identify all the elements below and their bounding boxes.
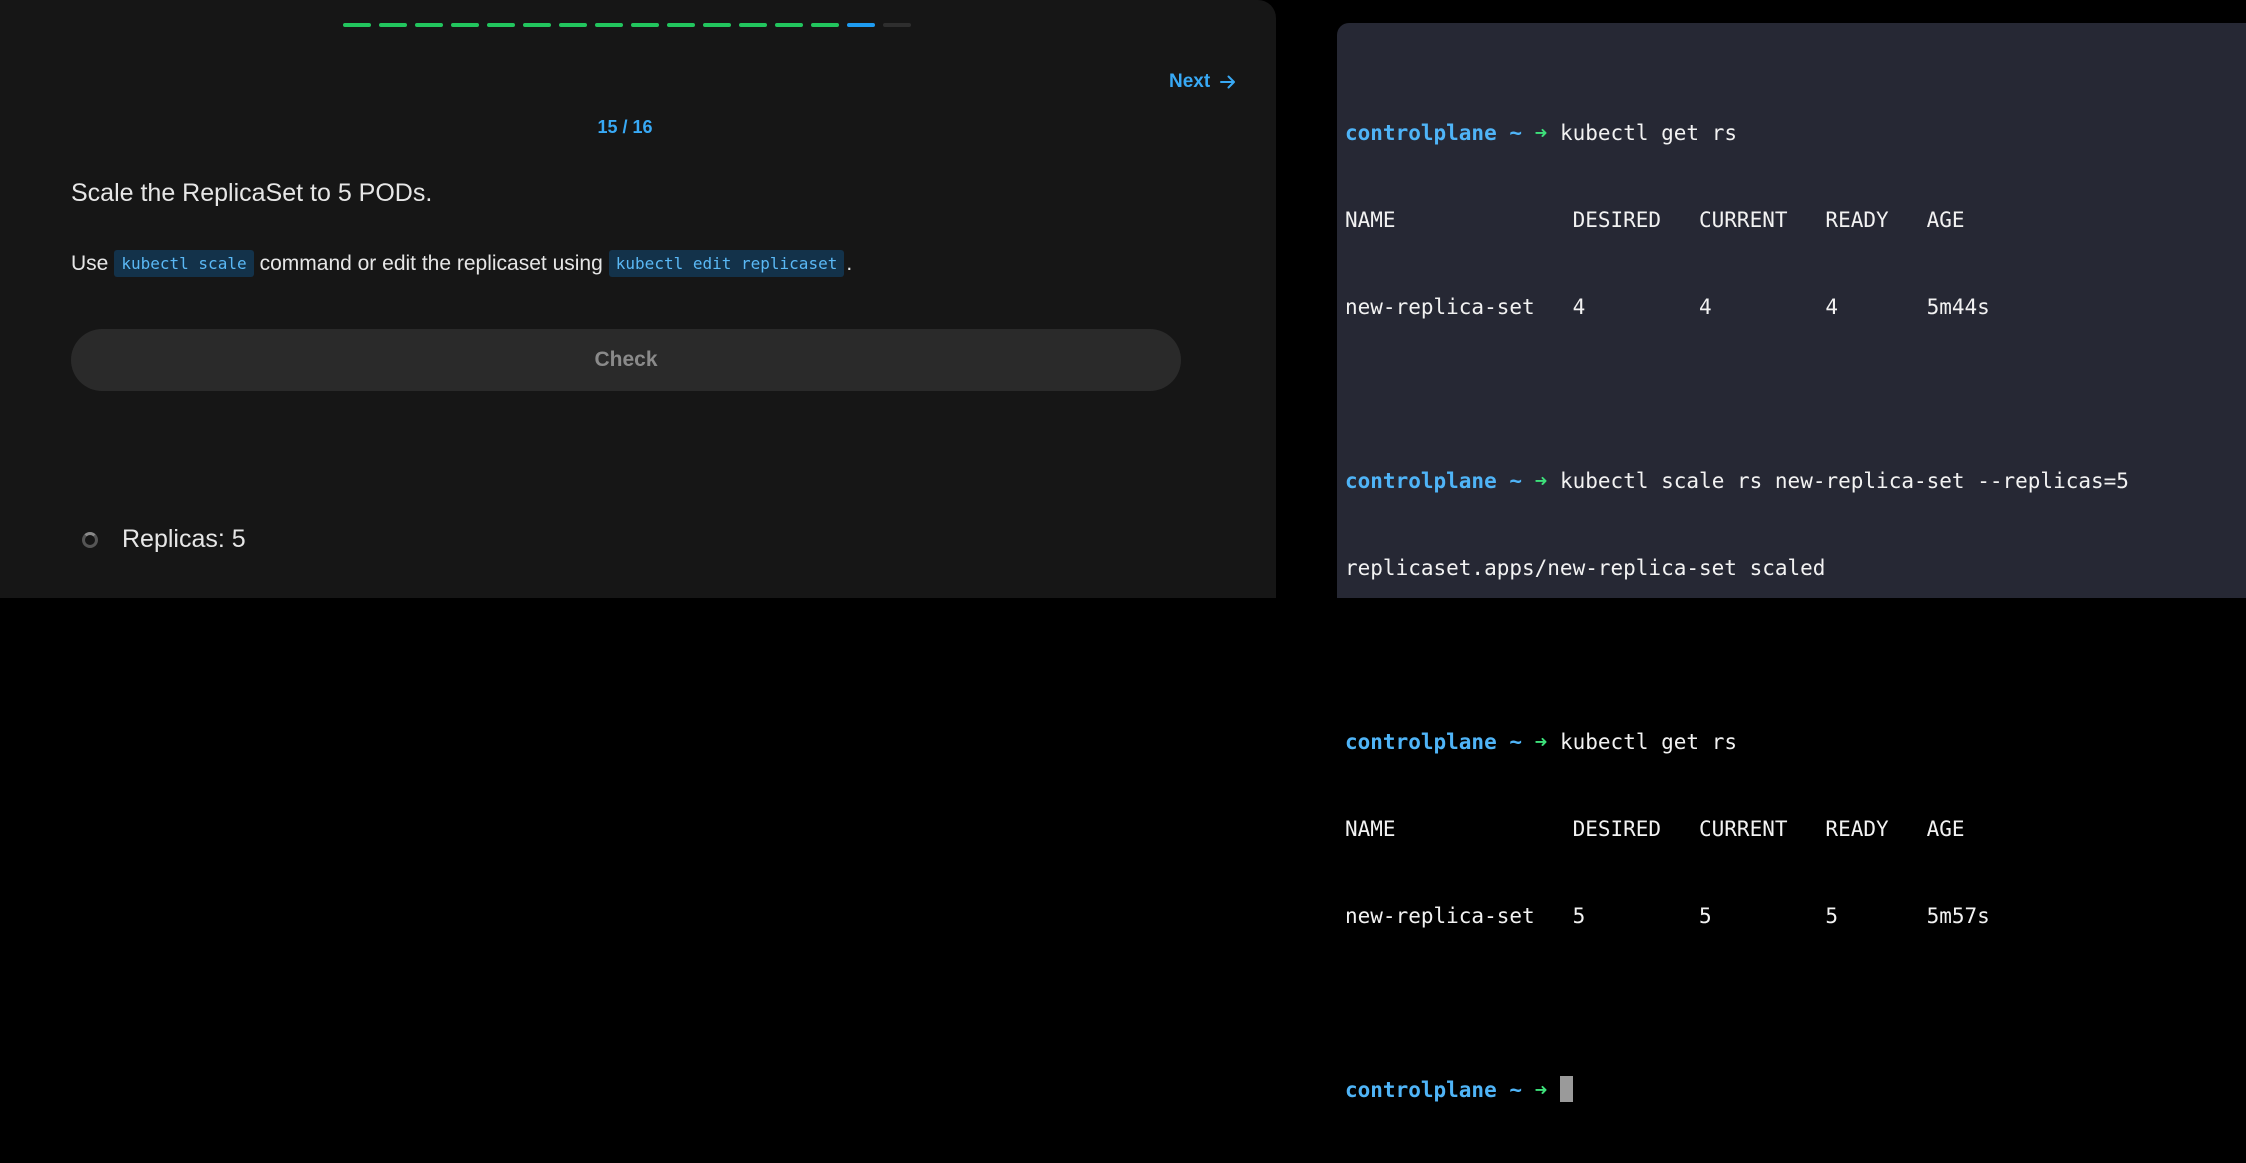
command-text: kubectl get rs [1559, 121, 1737, 145]
terminal-line: new-replica-set 5 5 5 5m57s [1345, 904, 1990, 928]
arrow-right-icon [1220, 75, 1236, 89]
progress-bar [343, 23, 911, 27]
progress-segment [559, 23, 587, 27]
progress-segment [703, 23, 731, 27]
progress-segment [595, 23, 623, 27]
command-text: kubectl get rs [1559, 730, 1737, 754]
loading-spinner-icon [82, 531, 98, 548]
hint-part3: . [846, 251, 853, 275]
progress-segment [883, 23, 911, 27]
progress-segment [487, 23, 515, 27]
next-button[interactable]: Next [1169, 68, 1238, 96]
terminal-line: controlplane ~ ➜ kubectl get rs [1345, 119, 2129, 148]
prompt-arrow-icon: ➜ [1534, 1078, 1548, 1102]
progress-segment [739, 23, 767, 27]
question-counter: 15 / 16 [597, 117, 653, 137]
hint-part1: Use [71, 251, 109, 275]
prompt-arrow-icon: ➜ [1534, 730, 1548, 754]
prompt-host: controlplane ~ [1345, 121, 1523, 145]
next-label: Next [1169, 71, 1211, 92]
command-text: kubectl scale rs new-replica-set --repli… [1559, 469, 2129, 493]
terminal-output: controlplane ~ ➜ kubectl get rs NAME DES… [1345, 61, 2129, 1163]
progress-segment [343, 23, 371, 27]
prompt-arrow-icon: ➜ [1534, 121, 1548, 145]
code-snippet-edit: kubectl edit replicaset [608, 250, 845, 277]
progress-segment [379, 23, 407, 27]
terminal-line: replicaset.apps/new-replica-set scaled [1345, 556, 1826, 580]
hint-part2: command or edit the replicaset using [259, 251, 603, 275]
progress-segment [667, 23, 695, 27]
hint-text: Use kubectl scale command or edit the rep… [71, 250, 852, 277]
progress-segment [523, 23, 551, 27]
task-item: Replicas: 5 [82, 525, 246, 554]
progress-segment [775, 23, 803, 27]
terminal-line: controlplane ~ ➜ [1345, 1076, 2129, 1105]
progress-segment [811, 23, 839, 27]
terminal-line: NAME DESIRED CURRENT READY AGE [1345, 208, 1965, 232]
task-label: Replicas: 5 [122, 525, 246, 553]
progress-segment [847, 23, 875, 27]
prompt-arrow-icon: ➜ [1534, 469, 1548, 493]
progress-segment [451, 23, 479, 27]
lesson-panel: Next 15 / 16 Scale the ReplicaSet to 5 P… [0, 0, 1276, 598]
question-text: Scale the ReplicaSet to 5 PODs. [71, 179, 433, 207]
terminal-line: controlplane ~ ➜ kubectl get rs [1345, 728, 2129, 757]
code-snippet-scale: kubectl scale [114, 250, 254, 277]
terminal-line: new-replica-set 4 4 4 5m44s [1345, 295, 1990, 319]
check-button[interactable]: Check [71, 329, 1181, 391]
terminal[interactable]: controlplane ~ ➜ kubectl get rs NAME DES… [1337, 23, 2246, 1102]
progress-segment [415, 23, 443, 27]
terminal-line: controlplane ~ ➜ kubectl scale rs new-re… [1345, 467, 2129, 496]
terminal-line: NAME DESIRED CURRENT READY AGE [1345, 817, 1965, 841]
terminal-cursor [1559, 1076, 1573, 1102]
prompt-host: controlplane ~ [1345, 469, 1523, 493]
prompt-host: controlplane ~ [1345, 730, 1523, 754]
prompt-host: controlplane ~ [1345, 1078, 1523, 1102]
progress-segment [631, 23, 659, 27]
